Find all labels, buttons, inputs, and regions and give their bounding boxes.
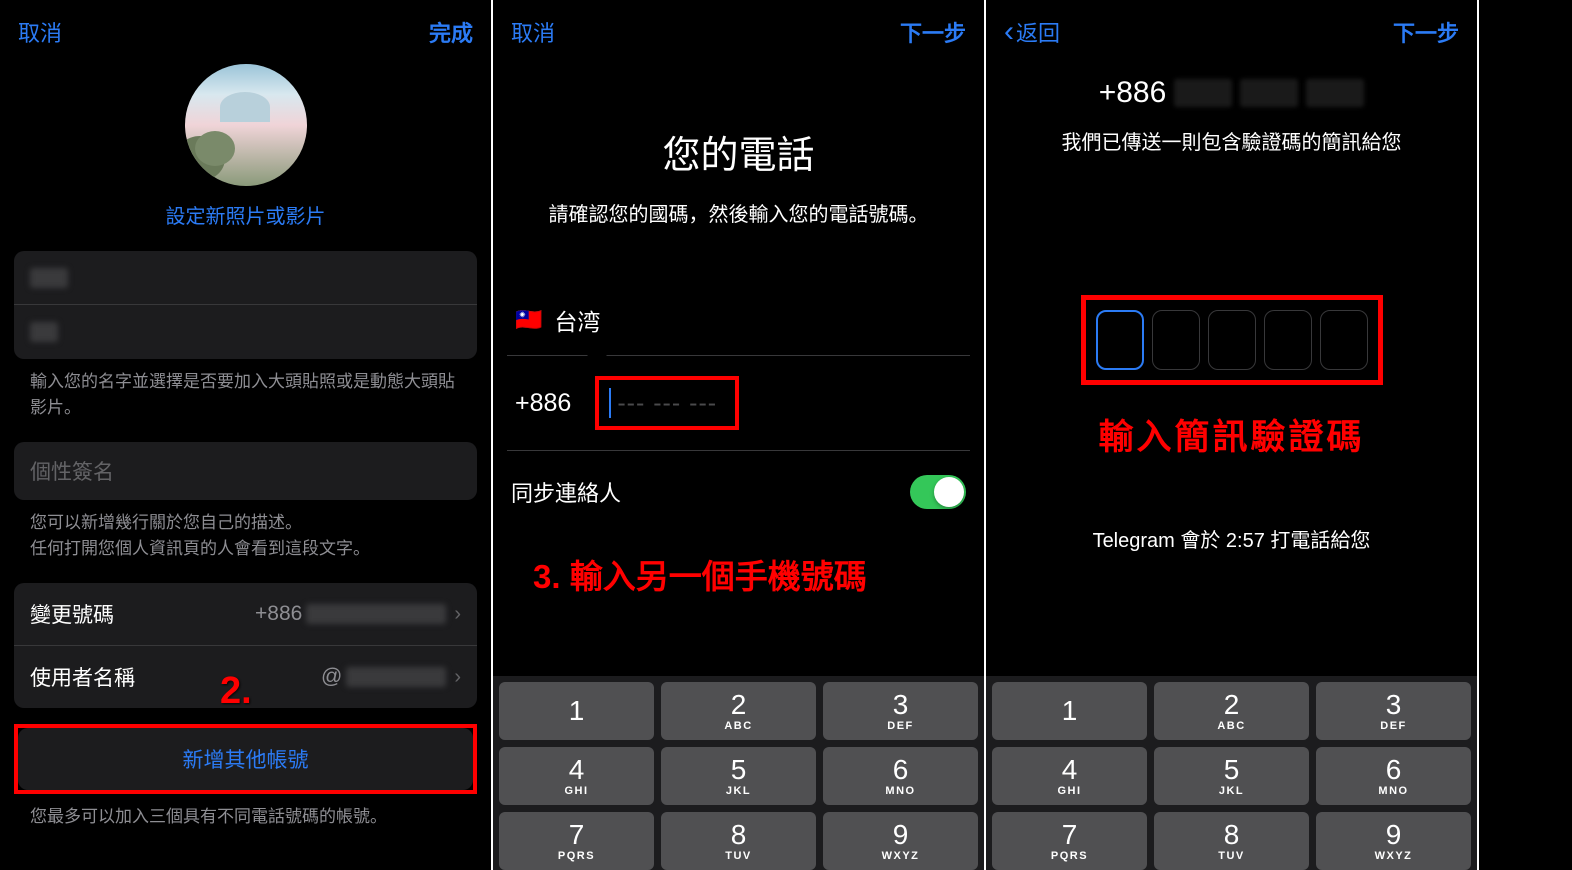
- numeric-keypad: 1 2ABC3DEF 4GHI5JKL6MNO 7PQRS8TUV9WXYZ: [986, 676, 1477, 870]
- keypad-key-8[interactable]: 8TUV: [661, 812, 816, 870]
- sync-contacts-row: 同步連絡人: [511, 475, 966, 509]
- keypad-key-6[interactable]: 6MNO: [1316, 747, 1471, 805]
- sync-label: 同步連絡人: [511, 476, 621, 508]
- keypad-key-1[interactable]: 1: [499, 682, 654, 740]
- keypad-key-4[interactable]: 4GHI: [992, 747, 1147, 805]
- back-button[interactable]: ‹ 返回: [1004, 15, 1060, 49]
- code-digit-1[interactable]: [1096, 310, 1144, 370]
- bio-placeholder: 個性簽名: [30, 456, 114, 486]
- keypad-key-5[interactable]: 5JKL: [661, 747, 816, 805]
- page-subtitle: 請確認您的國碼，然後輸入您的電話號碼。: [493, 199, 984, 231]
- keypad-key-9[interactable]: 9WXYZ: [823, 812, 978, 870]
- sms-sent-text: 我們已傳送一則包含驗證碼的簡訊給您: [986, 126, 1477, 155]
- cancel-button[interactable]: 取消: [18, 16, 62, 48]
- chevron-right-icon: ›: [454, 666, 461, 689]
- phone-placeholder: --- --- ---: [617, 389, 717, 418]
- phone-input-row: +886 --- --- ---: [507, 356, 970, 451]
- max-accounts-help: 您最多可以加入三個具有不同電話號碼的帳號。: [14, 794, 477, 830]
- keypad-key-7[interactable]: 7PQRS: [499, 812, 654, 870]
- annotation-code-label: 輸入簡訊驗證碼: [986, 409, 1477, 460]
- name-fields: 輸入您的名字並選擇是否要加入大頭貼照或是動態大頭貼影片。: [14, 251, 477, 420]
- done-button[interactable]: 完成: [429, 16, 473, 48]
- nav-bar: 取消 完成: [0, 0, 491, 64]
- cancel-button[interactable]: 取消: [511, 16, 555, 48]
- avatar[interactable]: [185, 64, 307, 186]
- bio-input[interactable]: 個性簽名: [14, 442, 477, 500]
- callback-timer: Telegram 會於 2:57 打電話給您: [986, 524, 1477, 553]
- phone-value: +886: [255, 602, 446, 626]
- keypad-key-1[interactable]: 1: [992, 682, 1147, 740]
- annotation-step-3: 3. 輸入另一個手機號碼: [533, 550, 867, 598]
- keypad-key-2[interactable]: 2ABC: [1154, 682, 1309, 740]
- keypad-key-6[interactable]: 6MNO: [823, 747, 978, 805]
- phone-input-highlight[interactable]: --- --- ---: [595, 376, 739, 430]
- numeric-keypad: 1 2ABC3DEF 4GHI5JKL6MNO 7PQRS8TUV9WXYZ: [493, 676, 984, 870]
- bio-help-text: 您可以新增幾行關於您自己的描述。 任何打開您個人資訊頁的人會看到這段文字。: [14, 500, 477, 561]
- screen-phone: 取消 下一步 您的電話 請確認您的國碼，然後輸入您的電話號碼。 🇹🇼 台湾 +8…: [493, 0, 986, 870]
- code-digit-4[interactable]: [1264, 310, 1312, 370]
- country-code: +886: [515, 389, 571, 418]
- phone-prefix: +886: [1099, 76, 1167, 110]
- nav-bar: 取消 下一步: [493, 0, 984, 64]
- sync-toggle[interactable]: [910, 475, 966, 509]
- change-number-row[interactable]: 變更號碼 +886 ›: [14, 583, 477, 646]
- keypad-key-2[interactable]: 2ABC: [661, 682, 816, 740]
- chevron-left-icon: ‹: [1004, 15, 1014, 49]
- change-number-label: 變更號碼: [30, 599, 255, 629]
- chevron-right-icon: ›: [454, 603, 461, 626]
- add-account-button[interactable]: 新增其他帳號: [18, 728, 473, 790]
- code-digit-2[interactable]: [1152, 310, 1200, 370]
- code-input-highlight: [1081, 295, 1383, 385]
- country-name: 台湾: [554, 303, 600, 337]
- avatar-section: 設定新照片或影片: [0, 64, 491, 229]
- phone-display: +886: [986, 76, 1477, 110]
- keypad-key-9[interactable]: 9WXYZ: [1316, 812, 1471, 870]
- username-label: 使用者名稱: [30, 662, 321, 692]
- last-name-input[interactable]: [14, 305, 477, 359]
- screen-verify: ‹ 返回 下一步 +886 我們已傳送一則包含驗證碼的簡訊給您 輸入簡訊驗證碼 …: [986, 0, 1479, 870]
- next-button[interactable]: 下一步: [900, 16, 966, 48]
- code-digit-5[interactable]: [1320, 310, 1368, 370]
- text-cursor: [609, 388, 611, 418]
- code-input[interactable]: [1096, 310, 1368, 370]
- next-button[interactable]: 下一步: [1393, 16, 1459, 48]
- keypad-key-5[interactable]: 5JKL: [1154, 747, 1309, 805]
- nav-bar: ‹ 返回 下一步: [986, 0, 1477, 64]
- code-digit-3[interactable]: [1208, 310, 1256, 370]
- first-name-input[interactable]: [14, 251, 477, 305]
- screen-profile: 取消 完成 設定新照片或影片 輸入您的名字並選擇是否要加入大頭貼照或是動態大頭貼…: [0, 0, 493, 870]
- keypad-key-7[interactable]: 7PQRS: [992, 812, 1147, 870]
- name-help-text: 輸入您的名字並選擇是否要加入大頭貼照或是動態大頭貼影片。: [14, 359, 477, 420]
- page-title: 您的電話: [493, 124, 984, 179]
- taiwan-flag-icon: 🇹🇼: [515, 307, 542, 333]
- keypad-key-4[interactable]: 4GHI: [499, 747, 654, 805]
- set-photo-button[interactable]: 設定新照片或影片: [166, 200, 326, 229]
- bio-field: 個性簽名 您可以新增幾行關於您自己的描述。 任何打開您個人資訊頁的人會看到這段文…: [14, 442, 477, 561]
- country-selector[interactable]: 🇹🇼 台湾: [507, 285, 970, 356]
- keypad-key-8[interactable]: 8TUV: [1154, 812, 1309, 870]
- annotation-step-2: 2.: [220, 670, 252, 713]
- keypad-key-3[interactable]: 3DEF: [1316, 682, 1471, 740]
- add-account-highlight: 新增其他帳號: [14, 724, 477, 794]
- keypad-key-3[interactable]: 3DEF: [823, 682, 978, 740]
- username-value: @: [321, 665, 446, 689]
